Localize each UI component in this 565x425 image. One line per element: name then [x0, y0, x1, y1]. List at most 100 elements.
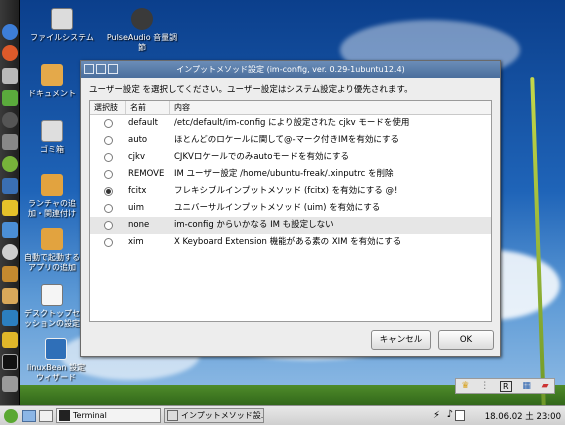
- dialog-prompt: ユーザー設定 を選択してください。ユーザー設定はシステム設定より優先されます。: [89, 85, 413, 95]
- gear-folder-icon: [41, 228, 63, 250]
- terminal-icon: [59, 410, 70, 421]
- option-name: fcitx: [128, 186, 147, 196]
- input-method-tray: ♛ ⋮ R ▦ ▰: [455, 378, 555, 394]
- list-item[interactable]: uim ユニバーサルインプットメソッド (uim) を有効にする: [90, 200, 491, 217]
- desktop-icon-documents[interactable]: ドキュメント: [24, 64, 80, 99]
- list-item-highlighted[interactable]: none im-config からいかなる IM も設定しない: [90, 217, 491, 234]
- r-icon[interactable]: R: [500, 380, 512, 392]
- printer-icon[interactable]: [2, 376, 18, 392]
- option-name: auto: [128, 135, 148, 145]
- option-name: default: [128, 118, 158, 128]
- left-dock: [0, 0, 20, 405]
- dots-icon[interactable]: ⋮: [480, 381, 489, 391]
- desktop-icon-filesystem[interactable]: ファイルシステム: [24, 8, 100, 43]
- option-description: im-config からいかなる IM も設定しない: [174, 220, 334, 230]
- window-menu-icon[interactable]: [84, 64, 94, 74]
- desktop-icon-autostart[interactable]: 自動で起動するアプリの追加: [24, 228, 80, 273]
- desktop-icon-label: ランチャの追加・関連付け: [28, 199, 76, 218]
- list-item[interactable]: fcitx フレキシブルインプットメソッド (fcitx) を有効にする @!: [90, 183, 491, 200]
- list-item[interactable]: xim X Keyboard Extension 機能がある素の XIM を有効…: [90, 234, 491, 251]
- desktop-icon-launcher[interactable]: ランチャの追加・関連付け: [24, 174, 80, 219]
- list-item[interactable]: cjkv CJKVロケールでのみautoモードを有効にする: [90, 149, 491, 166]
- chart-icon[interactable]: [2, 332, 18, 348]
- document-icon: [41, 284, 63, 306]
- show-desktop-icon[interactable]: [22, 410, 36, 422]
- tools-icon[interactable]: [2, 266, 18, 282]
- vk-icon[interactable]: ▦: [522, 381, 531, 391]
- network-status-icon[interactable]: ⚡: [433, 410, 440, 421]
- browser-icon[interactable]: [2, 45, 18, 61]
- option-name: none: [128, 220, 150, 230]
- option-description: CJKVロケールでのみautoモードを有効にする: [174, 152, 350, 162]
- terminal-icon[interactable]: [2, 354, 18, 370]
- checkbox-icon: [45, 338, 67, 360]
- list-header: 選択肢 名前 内容: [90, 101, 491, 115]
- radio-button[interactable]: [103, 170, 113, 179]
- camera-icon[interactable]: [2, 134, 18, 150]
- task-label: Terminal: [73, 411, 107, 420]
- desktop-icon-session[interactable]: デスクトップセッションの設定: [24, 284, 80, 329]
- option-description: /etc/default/im-config により設定された cjkv モード…: [174, 118, 410, 128]
- list-item[interactable]: default /etc/default/im-config により設定された …: [90, 115, 491, 132]
- radio-button-selected[interactable]: [103, 187, 113, 196]
- pen-icon[interactable]: [2, 68, 18, 84]
- desktop-icon-label: ファイルシステム: [30, 33, 94, 42]
- list-item[interactable]: auto ほとんどのロケールに関して@-マーク付きIMを有効にする: [90, 132, 491, 149]
- im-config-dialog: インプットメソッド設定 (im-config, ver. 0.29-1ubunt…: [80, 60, 501, 357]
- column-header-description[interactable]: 内容: [170, 101, 491, 114]
- desktop-icon-pulseaudio[interactable]: PulseAudio 音量調節: [104, 8, 180, 53]
- network-icon[interactable]: [2, 310, 18, 326]
- desktop-icon-wizard[interactable]: linuxBean 設定ウィザード: [24, 338, 88, 383]
- option-description: ほとんどのロケールに関して@-マーク付きIMを有効にする: [174, 135, 399, 145]
- radio-button[interactable]: [103, 153, 113, 162]
- crown-icon[interactable]: ♛: [461, 381, 469, 391]
- option-description: フレキシブルインプットメソッド (fcitx) を有効にする @!: [174, 186, 398, 196]
- frog-icon[interactable]: [2, 156, 18, 172]
- option-name: REMOVE: [128, 169, 165, 179]
- workspace-icon[interactable]: [39, 410, 53, 422]
- disc-icon[interactable]: [2, 112, 18, 128]
- radio-button[interactable]: [103, 221, 113, 230]
- list-item[interactable]: REMOVE IM ユーザー設定 /home/ubuntu-freak/.xin…: [90, 166, 491, 183]
- im-choice-list: 選択肢 名前 内容 default /etc/default/im-config…: [89, 100, 492, 322]
- dialog-titlebar[interactable]: インプットメソッド設定 (im-config, ver. 0.29-1ubunt…: [81, 61, 500, 78]
- desktop-icon-label: ゴミ箱: [40, 145, 64, 154]
- bird-icon[interactable]: [2, 200, 18, 216]
- globe-icon[interactable]: [2, 24, 18, 40]
- taskbar-item-terminal[interactable]: Terminal: [56, 408, 161, 423]
- calendar-icon[interactable]: [455, 410, 465, 421]
- eraser-icon[interactable]: ▰: [542, 381, 549, 391]
- desktop-icon-label: ドキュメント: [28, 89, 76, 98]
- gear-icon[interactable]: [2, 244, 18, 260]
- drive-icon: [51, 8, 73, 30]
- radio-button[interactable]: [103, 238, 113, 247]
- monitor-icon[interactable]: [2, 222, 18, 238]
- screen-icon[interactable]: [2, 178, 18, 194]
- maximize-icon[interactable]: [108, 64, 118, 74]
- option-name: xim: [128, 237, 144, 247]
- option-description: IM ユーザー設定 /home/ubuntu-freak/.xinputrc を…: [174, 169, 394, 179]
- radio-button[interactable]: [103, 204, 113, 213]
- trash-icon: [41, 120, 63, 142]
- dialog-title: インプットメソッド設定 (im-config, ver. 0.29-1ubunt…: [176, 65, 405, 74]
- desktop-icon-label: PulseAudio 音量調節: [106, 33, 178, 52]
- green-app-icon[interactable]: [2, 90, 18, 106]
- cancel-button[interactable]: キャンセル: [371, 330, 431, 350]
- option-name: cjkv: [128, 152, 145, 162]
- column-header-name[interactable]: 名前: [126, 101, 170, 114]
- box-icon[interactable]: [2, 288, 18, 304]
- radio-button[interactable]: [103, 119, 113, 128]
- taskbar-item-im-config[interactable]: インプットメソッド設...: [164, 408, 264, 423]
- ok-button[interactable]: OK: [438, 330, 494, 350]
- clock[interactable]: 18.06.02 土 23:00: [485, 410, 561, 422]
- volume-icon[interactable]: ♪: [447, 409, 453, 420]
- gear-folder-icon: [41, 174, 63, 196]
- speaker-icon: [131, 8, 153, 30]
- radio-button[interactable]: [103, 136, 113, 145]
- desktop-icon-trash[interactable]: ゴミ箱: [24, 120, 80, 155]
- start-menu-icon[interactable]: [4, 409, 18, 423]
- desktop-icon-label: デスクトップセッションの設定: [24, 309, 80, 328]
- minimize-icon[interactable]: [96, 64, 106, 74]
- column-header-choice[interactable]: 選択肢: [90, 101, 126, 114]
- option-name: uim: [128, 203, 145, 213]
